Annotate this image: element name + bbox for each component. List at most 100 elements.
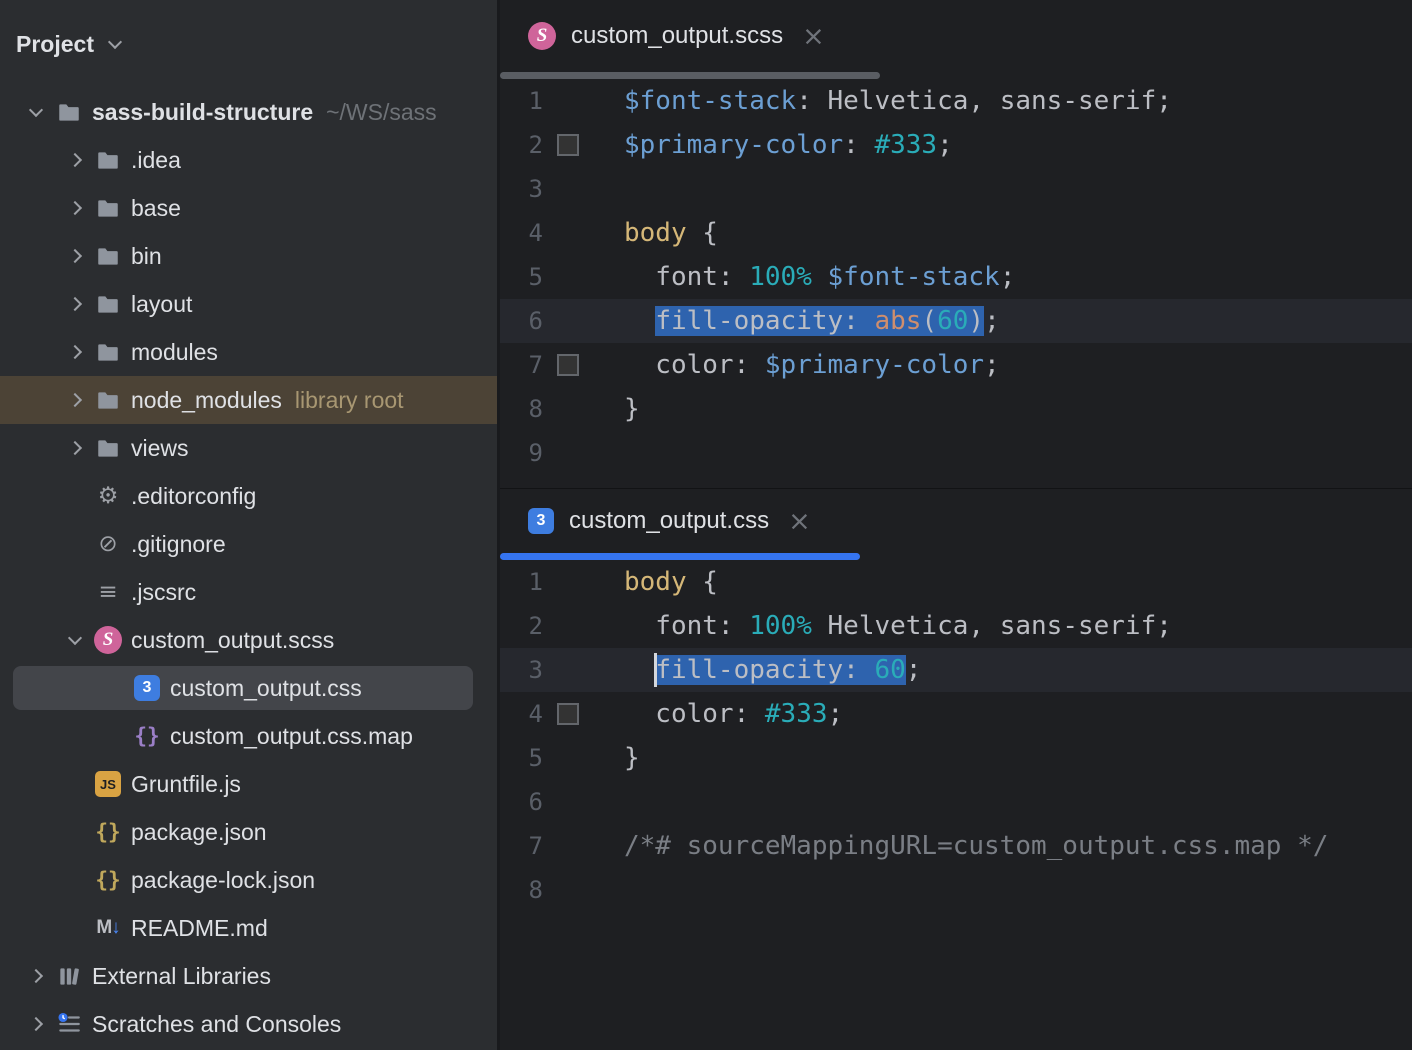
tree-item-label: node_modules — [131, 387, 282, 414]
folder-icon — [93, 289, 123, 319]
chevron-down-icon[interactable] — [108, 34, 122, 48]
code-token: } — [624, 743, 640, 773]
code-line[interactable]: 6 — [500, 780, 1412, 824]
code-line[interactable]: 3 fill-opacity: 60; — [500, 648, 1412, 692]
tree-item-label: layout — [131, 291, 192, 318]
code-token: ; — [1156, 86, 1172, 116]
tree-item-bin[interactable]: bin — [0, 232, 497, 280]
chevron-right-icon[interactable] — [68, 345, 82, 359]
tree-item-custom-output-css-map[interactable]: {}custom_output.css.map — [0, 712, 497, 760]
code-token: $font-stack — [828, 262, 1000, 292]
code-editor-scss[interactable]: 1$font-stack: Helvetica, sans-serif;2$pr… — [500, 79, 1412, 488]
tree-item-modules[interactable]: modules — [0, 328, 497, 376]
line-number: 7 — [500, 351, 543, 379]
code-token: } — [624, 394, 640, 424]
line-number: 4 — [500, 700, 543, 728]
code-token: ; — [984, 350, 1000, 380]
chevron-right-icon[interactable] — [68, 249, 82, 263]
tree-item--jscsrc[interactable]: ≡.jscsrc — [0, 568, 497, 616]
code-line[interactable]: 2$primary-color: #333; — [500, 123, 1412, 167]
color-preview-swatch[interactable] — [557, 703, 579, 725]
code-token: ; — [1000, 262, 1016, 292]
project-panel-header[interactable]: Project — [0, 0, 497, 88]
line-number: 8 — [500, 395, 543, 423]
chevron-down-icon[interactable] — [68, 630, 82, 644]
tab-bar-bottom: 3 custom_output.css × — [500, 489, 1412, 553]
tree-item-package-lock-json[interactable]: {}package-lock.json — [0, 856, 497, 904]
code-token — [624, 655, 655, 685]
chevron-right-icon[interactable] — [68, 153, 82, 167]
line-number: 3 — [500, 656, 543, 684]
chevron-right-icon[interactable] — [68, 201, 82, 215]
code-line[interactable]: 3 — [500, 167, 1412, 211]
tree-item-views[interactable]: views — [0, 424, 497, 472]
tree-item-gruntfile-js[interactable]: JSGruntfile.js — [0, 760, 497, 808]
tree-item-readme-md[interactable]: M↓README.md — [0, 904, 497, 952]
code-line[interactable]: 1$font-stack: Helvetica, sans-serif; — [500, 79, 1412, 123]
tree-item-base[interactable]: base — [0, 184, 497, 232]
code-line[interactable]: 9 — [500, 431, 1412, 475]
code-line[interactable]: 7 color: $primary-color; — [500, 343, 1412, 387]
code-line[interactable]: 8} — [500, 387, 1412, 431]
code-line[interactable]: 5 font: 100% $font-stack; — [500, 255, 1412, 299]
code-line[interactable]: 7/*# sourceMappingURL=custom_output.css.… — [500, 824, 1412, 868]
line-number: 1 — [500, 568, 543, 596]
close-tab-icon[interactable]: × — [788, 506, 811, 537]
tree-item-external-libraries[interactable]: External Libraries — [0, 952, 497, 1000]
chevron-down-icon[interactable] — [29, 102, 43, 116]
sass-file-icon: S — [528, 22, 556, 50]
tree-item-label: Scratches and Consoles — [92, 1011, 341, 1038]
color-preview-swatch[interactable] — [557, 354, 579, 376]
javascript-file-icon: JS — [93, 769, 123, 799]
tree-item-node-modules[interactable]: node_moduleslibrary root — [0, 376, 497, 424]
tree-item--editorconfig[interactable]: ⚙ .editorconfig — [0, 472, 497, 520]
tab-custom-output-css[interactable]: 3 custom_output.css × — [500, 489, 841, 553]
code-editor-css[interactable]: 1body {2 font: 100% Helvetica, sans-seri… — [500, 560, 1412, 1050]
tree-item-scratches-and-consoles[interactable]: Scratches and Consoles — [0, 1000, 497, 1048]
tree-item-custom-output-css[interactable]: 3custom_output.css — [0, 664, 497, 712]
chevron-right-icon[interactable] — [29, 969, 43, 983]
external-libraries-icon — [54, 961, 84, 991]
close-tab-icon[interactable]: × — [802, 21, 825, 52]
line-number: 6 — [500, 307, 543, 335]
code-token: ; — [906, 655, 922, 685]
chevron-right-icon[interactable] — [29, 1017, 43, 1031]
gear-icon: ⚙ — [93, 481, 123, 511]
tab-custom-output-scss[interactable]: S custom_output.scss × — [500, 0, 855, 72]
line-number: 6 — [500, 788, 543, 816]
tree-item-sass-build-structure[interactable]: sass-build-structure~/WS/sass — [0, 88, 497, 136]
chevron-right-icon[interactable] — [68, 393, 82, 407]
tree-item--idea[interactable]: .idea — [0, 136, 497, 184]
code-token: ; — [937, 130, 953, 160]
color-preview-swatch[interactable] — [557, 134, 579, 156]
code-token: abs — [874, 306, 921, 336]
code-token: color: — [624, 699, 765, 729]
tree-item-package-json[interactable]: {}package.json — [0, 808, 497, 856]
code-line[interactable]: 6 fill-opacity: abs(60); — [500, 299, 1412, 343]
tree-item-label: bin — [131, 243, 162, 270]
folder-icon — [93, 145, 123, 175]
tree-item-custom-output-scss[interactable]: Scustom_output.scss — [0, 616, 497, 664]
code-token: sans-serif — [1000, 86, 1157, 116]
chevron-right-icon[interactable] — [68, 297, 82, 311]
tree-item-label: .idea — [131, 147, 181, 174]
line-number: 9 — [500, 439, 543, 467]
code-line[interactable]: 8 — [500, 868, 1412, 912]
code-line[interactable]: 2 font: 100% Helvetica, sans-serif; — [500, 604, 1412, 648]
code-token: : — [796, 86, 827, 116]
chevron-right-icon[interactable] — [68, 441, 82, 455]
json-file-icon: {} — [93, 865, 123, 895]
text-file-icon: ≡ — [93, 577, 123, 607]
tree-item-suffix: ~/WS/sass — [326, 99, 437, 126]
code-line[interactable]: 4body { — [500, 211, 1412, 255]
css-icon: 3 — [132, 673, 162, 703]
folder-icon — [54, 97, 84, 127]
tree-item-layout[interactable]: layout — [0, 280, 497, 328]
code-line[interactable]: 5} — [500, 736, 1412, 780]
tree-item-label: .editorconfig — [131, 483, 256, 510]
tree-item-label: custom_output.css.map — [170, 723, 413, 750]
code-line[interactable]: 1body { — [500, 560, 1412, 604]
code-token: , — [968, 86, 999, 116]
tree-item--gitignore[interactable]: ⊘.gitignore — [0, 520, 497, 568]
code-line[interactable]: 4 color: #333; — [500, 692, 1412, 736]
